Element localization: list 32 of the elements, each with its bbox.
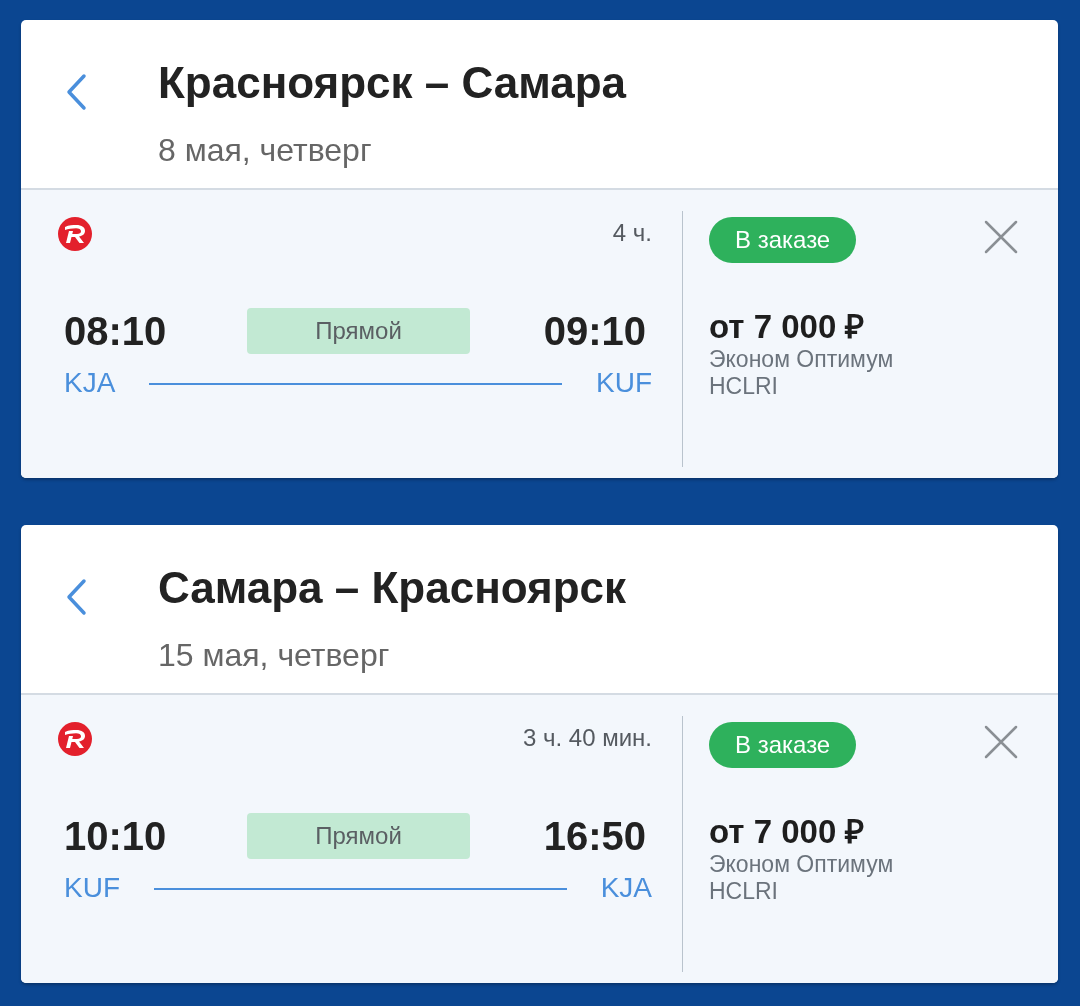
route-title: Красноярск – Самара [158,57,628,109]
flight-duration: 4 ч. [612,218,652,248]
route-title: Самара – Красноярск [158,562,628,614]
logo-icon [58,722,92,756]
origin-airport-code: KJA [64,366,116,400]
back-chevron-icon[interactable] [65,578,87,616]
status-badge: В заказе [709,722,857,768]
destination-airport-code: KJA [600,871,652,905]
direct-flight-tag: Прямой [247,308,470,354]
origin-airport-code: KUF [64,871,120,905]
direct-flight-tag: Прямой [247,813,470,859]
status-badge: В заказе [709,217,857,263]
close-icon[interactable] [984,725,1018,759]
departure-time: 08:10 [64,308,167,354]
destination-airport-code: KUF [596,366,652,400]
arrival-time: 09:10 [543,308,646,354]
back-chevron-icon[interactable] [65,73,87,111]
trip-date: 15 мая, четверг [158,636,391,675]
price: от 7 000 ₽ [709,813,866,851]
price: от 7 000 ₽ [709,308,866,346]
close-icon[interactable] [984,220,1018,254]
trip-date: 8 мая, четверг [158,131,373,170]
logo-icon [58,217,92,251]
fare-class: Эконом Оптимум [709,851,895,878]
flight-duration: 3 ч. 40 мин. [522,723,652,753]
fare-code: HCLRI [709,878,779,905]
flight-panel[interactable]: 3 ч. 40 мин. 10:10 Прямой 16:50 KUF KJA В заказе от 7 000 ₽ Эконом Оптимум HCLRI [21,693,1058,983]
arrival-time: 16:50 [543,813,646,859]
fare-class: Эконом Оптимум [709,346,895,373]
fare-code: HCLRI [709,373,779,400]
flight-panel[interactable]: 4 ч. 08:10 Прямой 09:10 KJA KUF В заказе от 7 000 ₽ Эконом Оптимум HCLRI [21,188,1058,478]
departure-time: 10:10 [64,813,167,859]
